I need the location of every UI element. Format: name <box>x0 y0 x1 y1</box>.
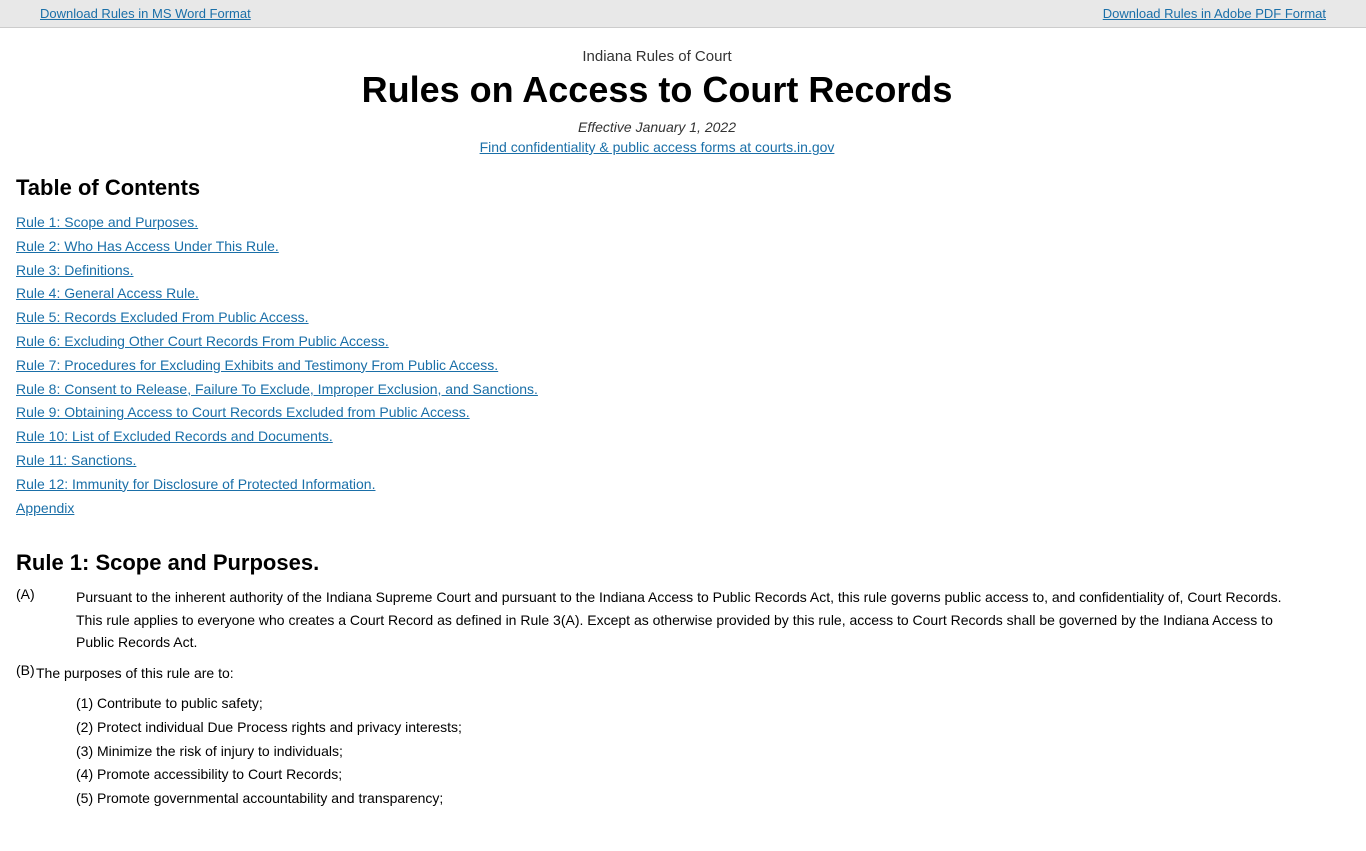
confidentiality-link[interactable]: Find confidentiality & public access for… <box>480 139 835 155</box>
toc-item[interactable]: Rule 5: Records Excluded From Public Acc… <box>16 306 1306 330</box>
rule1-section: Rule 1: Scope and Purposes. (A) Pursuant… <box>8 550 1306 811</box>
download-word-link[interactable]: Download Rules in MS Word Format <box>40 6 251 21</box>
toc-links: Rule 1: Scope and Purposes.Rule 2: Who H… <box>16 211 1306 520</box>
para-a-label: (A) <box>16 586 36 602</box>
toc-item[interactable]: Rule 11: Sanctions. <box>16 449 1306 473</box>
effective-date: Effective January 1, 2022 <box>8 119 1306 135</box>
purpose-item: (3) Minimize the risk of injury to indiv… <box>16 740 1306 764</box>
toc-section: Table of Contents Rule 1: Scope and Purp… <box>8 175 1306 520</box>
download-pdf-link[interactable]: Download Rules in Adobe PDF Format <box>1103 6 1326 21</box>
toc-item[interactable]: Rule 10: List of Excluded Records and Do… <box>16 425 1306 449</box>
toc-item[interactable]: Rule 12: Immunity for Disclosure of Prot… <box>16 473 1306 497</box>
toc-item[interactable]: Appendix <box>16 497 1306 521</box>
page-title: Rules on Access to Court Records <box>8 69 1306 111</box>
para-b-intro: The purposes of this rule are to: <box>36 662 234 684</box>
purpose-item: (5) Promote governmental accountability … <box>16 787 1306 811</box>
toc-item[interactable]: Rule 1: Scope and Purposes. <box>16 211 1306 235</box>
purpose-item: (2) Protect individual Due Process right… <box>16 716 1306 740</box>
toc-item[interactable]: Rule 2: Who Has Access Under This Rule. <box>16 235 1306 259</box>
toc-item[interactable]: Rule 4: General Access Rule. <box>16 282 1306 306</box>
toc-item[interactable]: Rule 7: Procedures for Excluding Exhibit… <box>16 354 1306 378</box>
purpose-item: (1) Contribute to public safety; <box>16 692 1306 716</box>
main-content: Indiana Rules of Court Rules on Access t… <box>0 28 1366 851</box>
top-bar: Download Rules in MS Word Format Downloa… <box>0 0 1366 28</box>
purposes-list: (1) Contribute to public safety;(2) Prot… <box>16 692 1306 811</box>
toc-item[interactable]: Rule 9: Obtaining Access to Court Record… <box>16 401 1306 425</box>
page-subtitle: Indiana Rules of Court <box>8 48 1306 65</box>
rule1-para-b: (B) The purposes of this rule are to: <box>16 662 1306 684</box>
para-a-text: Pursuant to the inherent authority of th… <box>36 586 1306 653</box>
toc-heading: Table of Contents <box>16 175 1306 201</box>
para-b-label: (B) <box>16 662 36 678</box>
toc-item[interactable]: Rule 8: Consent to Release, Failure To E… <box>16 378 1306 402</box>
purpose-item: (4) Promote accessibility to Court Recor… <box>16 763 1306 787</box>
toc-item[interactable]: Rule 6: Excluding Other Court Records Fr… <box>16 330 1306 354</box>
rule1-heading: Rule 1: Scope and Purposes. <box>16 550 1306 576</box>
rule1-para-a: (A) Pursuant to the inherent authority o… <box>16 586 1306 653</box>
header-section: Indiana Rules of Court Rules on Access t… <box>8 48 1306 155</box>
toc-item[interactable]: Rule 3: Definitions. <box>16 259 1306 283</box>
